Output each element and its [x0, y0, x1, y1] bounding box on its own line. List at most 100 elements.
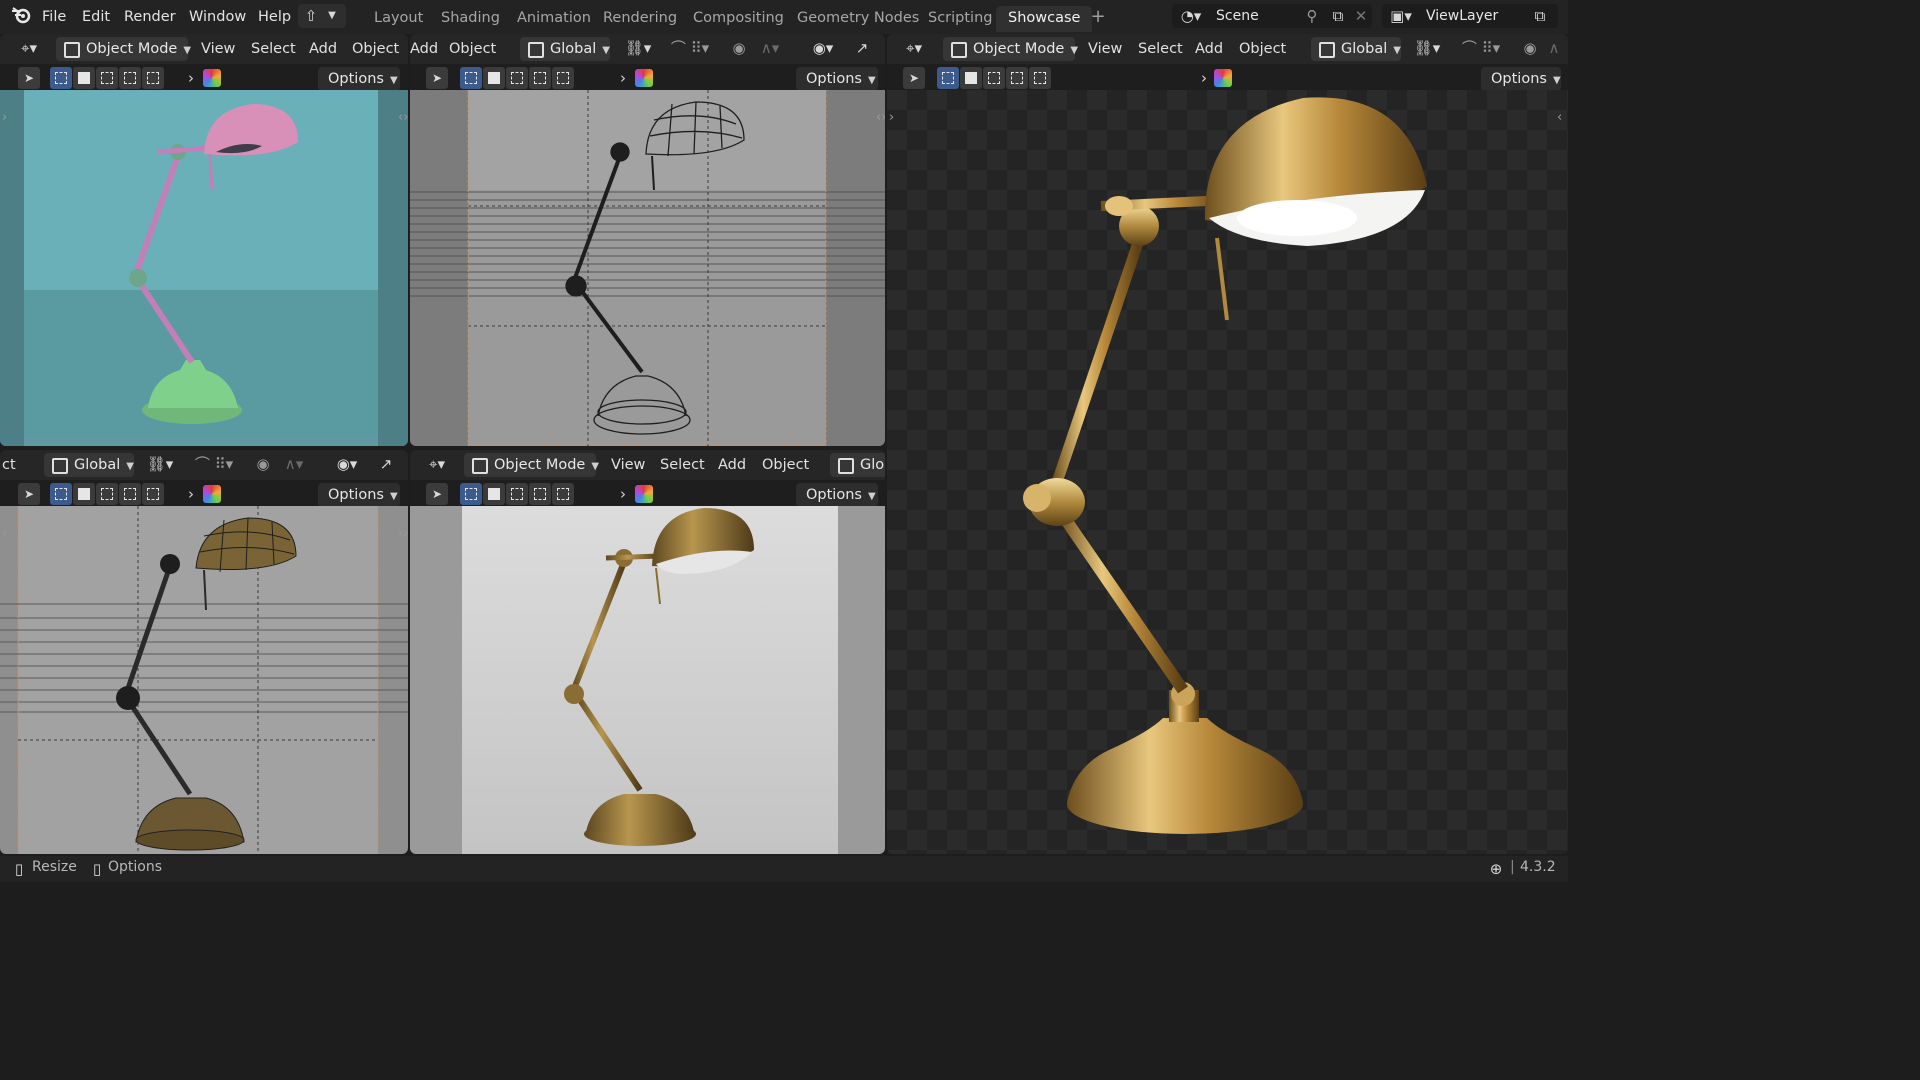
add-menu[interactable]: Add — [1195, 37, 1223, 61]
select-box-invert-icon[interactable] — [119, 67, 141, 89]
mode-selector[interactable]: Object Mode ▼ — [464, 453, 599, 477]
select-box-invert-icon[interactable] — [529, 67, 551, 89]
menu-render[interactable]: Render — [124, 6, 176, 28]
options-button[interactable]: Options ▼ — [318, 67, 400, 91]
tab-geometry-nodes[interactable]: Geometry Nodes — [785, 6, 931, 32]
pivot-icon[interactable]: ⛓▾ — [144, 453, 176, 475]
viewport-wireframe[interactable]: 'Add Object Global▼ ⛓▾ ⌒ ⠿▾ ◉ ∧▾ ◉▾ ↗ ➤ … — [410, 34, 885, 446]
visibility-icon[interactable]: ◉▾ — [330, 453, 364, 475]
add-menu-partial[interactable]: 'Add — [410, 37, 438, 61]
tab-animation[interactable]: Animation — [505, 6, 603, 32]
tab-compositing[interactable]: Compositing — [681, 6, 796, 32]
select-box-subtract-icon[interactable] — [96, 483, 118, 505]
object-menu[interactable]: Object — [762, 453, 809, 477]
viewlayer-selector[interactable]: ▣▾ ViewLayer ⧉ — [1382, 4, 1558, 28]
mode-selector[interactable]: Object Mode ▼ — [943, 37, 1078, 61]
gizmo-cube-icon[interactable] — [203, 69, 221, 87]
add-menu[interactable]: Add — [309, 37, 337, 61]
select-box-extend-icon[interactable] — [960, 67, 982, 89]
object-menu[interactable]: Object — [352, 37, 399, 61]
export-button[interactable]: ⇧ ▼ — [298, 4, 346, 28]
orientation-selector[interactable]: Global ▼ — [44, 453, 134, 477]
select-box-subtract-icon[interactable] — [506, 483, 528, 505]
menu-help[interactable]: Help — [258, 6, 291, 28]
gizmo-cube-icon[interactable] — [203, 485, 221, 503]
select-box-new-icon[interactable] — [50, 67, 72, 89]
select-box-intersect-icon[interactable] — [1029, 67, 1051, 89]
falloff-icon[interactable]: ∧▾ — [754, 37, 786, 59]
expand-icon[interactable]: › — [184, 67, 198, 89]
select-box-subtract-icon[interactable] — [96, 67, 118, 89]
gizmo-cube-icon[interactable] — [1214, 69, 1232, 87]
viewport-rendered[interactable]: ⌖▾ Object Mode ▼ View Select Add Object G… — [887, 34, 1568, 854]
proportional-icon[interactable]: ◉ — [252, 453, 274, 475]
left-panel-toggle-icon[interactable]: › — [889, 110, 894, 125]
menu-file[interactable]: File — [42, 6, 66, 28]
gizmo-cube-icon[interactable] — [635, 485, 653, 503]
expand-icon[interactable]: › — [184, 483, 198, 505]
options-button[interactable]: Options ▼ — [1481, 67, 1561, 91]
right-panel-toggle-icon[interactable]: ‹ — [1557, 110, 1562, 125]
select-box-intersect-icon[interactable] — [552, 483, 574, 505]
tab-layout[interactable]: Layout — [362, 6, 435, 32]
select-box-new-icon[interactable] — [50, 483, 72, 505]
viewport-solid[interactable]: ⌖▾ Object Mode ▼ View Select Add Object ➤… — [0, 34, 408, 446]
select-box-subtract-icon[interactable] — [506, 67, 528, 89]
scene-selector[interactable]: ◔▾ Scene ⚲ ⧉ ✕ — [1172, 4, 1372, 28]
select-box-extend-icon[interactable] — [73, 483, 95, 505]
select-box-extend-icon[interactable] — [73, 67, 95, 89]
tab-shading[interactable]: Shading — [429, 6, 512, 32]
tab-rendering[interactable]: Rendering — [591, 6, 689, 32]
blender-logo-icon[interactable] — [10, 5, 32, 31]
add-workspace-icon[interactable]: + — [1088, 6, 1108, 28]
pivot-icon[interactable]: ⛓▾ — [1411, 37, 1443, 59]
select-box-new-icon[interactable] — [937, 67, 959, 89]
snap-icon[interactable]: ⌒ ⠿▾ — [184, 453, 244, 475]
proportional-icon[interactable]: ◉ — [728, 37, 750, 59]
expand-icon[interactable]: › — [1197, 67, 1211, 89]
orientation-selector[interactable]: Global ▼ — [520, 37, 610, 61]
falloff-icon[interactable]: ∧▾ — [278, 453, 310, 475]
visibility-icon[interactable]: ◉▾ — [806, 37, 840, 59]
mode-selector[interactable]: Object Mode ▼ — [56, 37, 191, 61]
falloff-icon[interactable]: ∧ — [1543, 37, 1565, 59]
delete-icon[interactable]: ✕ — [1352, 5, 1370, 27]
editor-type-icon[interactable]: ⌖▾ — [899, 37, 929, 59]
select-box-extend-icon[interactable] — [483, 67, 505, 89]
object-menu[interactable]: Object — [449, 37, 496, 61]
select-tool-icon[interactable]: ➤ — [18, 67, 40, 89]
right-panel-toggle-icon[interactable]: ‹› — [398, 110, 408, 125]
select-box-invert-icon[interactable] — [529, 483, 551, 505]
viewport-wire-overlay[interactable]: ct Global ▼ ⛓▾ ⌒ ⠿▾ ◉ ∧▾ ◉▾ ↗ ➤ › Options… — [0, 450, 408, 854]
left-panel-toggle-icon[interactable]: › — [2, 110, 7, 125]
right-panel-toggle-icon[interactable]: ‹ — [876, 526, 881, 541]
new-viewlayer-icon[interactable]: ⧉ — [1530, 5, 1550, 27]
new-scene-icon[interactable]: ⧉ — [1328, 5, 1348, 27]
view-menu[interactable]: View — [201, 37, 235, 61]
select-box-intersect-icon[interactable] — [552, 67, 574, 89]
select-box-new-icon[interactable] — [460, 67, 482, 89]
editor-type-icon[interactable]: ⌖▾ — [14, 37, 44, 59]
gizmo-cube-icon[interactable] — [635, 69, 653, 87]
pivot-icon[interactable]: ⛓▾ — [622, 37, 654, 59]
editor-type-icon[interactable]: ⌖▾ — [422, 453, 452, 475]
tab-showcase[interactable]: Showcase — [996, 6, 1093, 32]
select-tool-icon[interactable]: ➤ — [426, 483, 448, 505]
select-tool-icon[interactable]: ➤ — [903, 67, 925, 89]
expand-icon[interactable]: › — [616, 483, 630, 505]
gizmo-toggle-icon[interactable]: ↗ — [374, 453, 398, 475]
select-tool-icon[interactable]: ➤ — [426, 67, 448, 89]
object-menu[interactable]: Object — [1239, 37, 1286, 61]
options-button[interactable]: Options ▼ — [796, 483, 878, 507]
gizmo-toggle-icon[interactable]: ↗ — [850, 37, 874, 59]
options-button[interactable]: Options ▼ — [796, 67, 878, 91]
left-panel-toggle-icon[interactable]: › — [2, 526, 7, 541]
select-box-intersect-icon[interactable] — [142, 67, 164, 89]
proportional-icon[interactable]: ◉ — [1519, 37, 1541, 59]
object-menu-partial[interactable]: ct — [2, 453, 16, 477]
select-box-extend-icon[interactable] — [483, 483, 505, 505]
select-box-new-icon[interactable] — [460, 483, 482, 505]
snap-icon[interactable]: ⌒ ⠿▾ — [662, 37, 718, 59]
expand-icon[interactable]: › — [616, 67, 630, 89]
view-menu[interactable]: View — [1088, 37, 1122, 61]
